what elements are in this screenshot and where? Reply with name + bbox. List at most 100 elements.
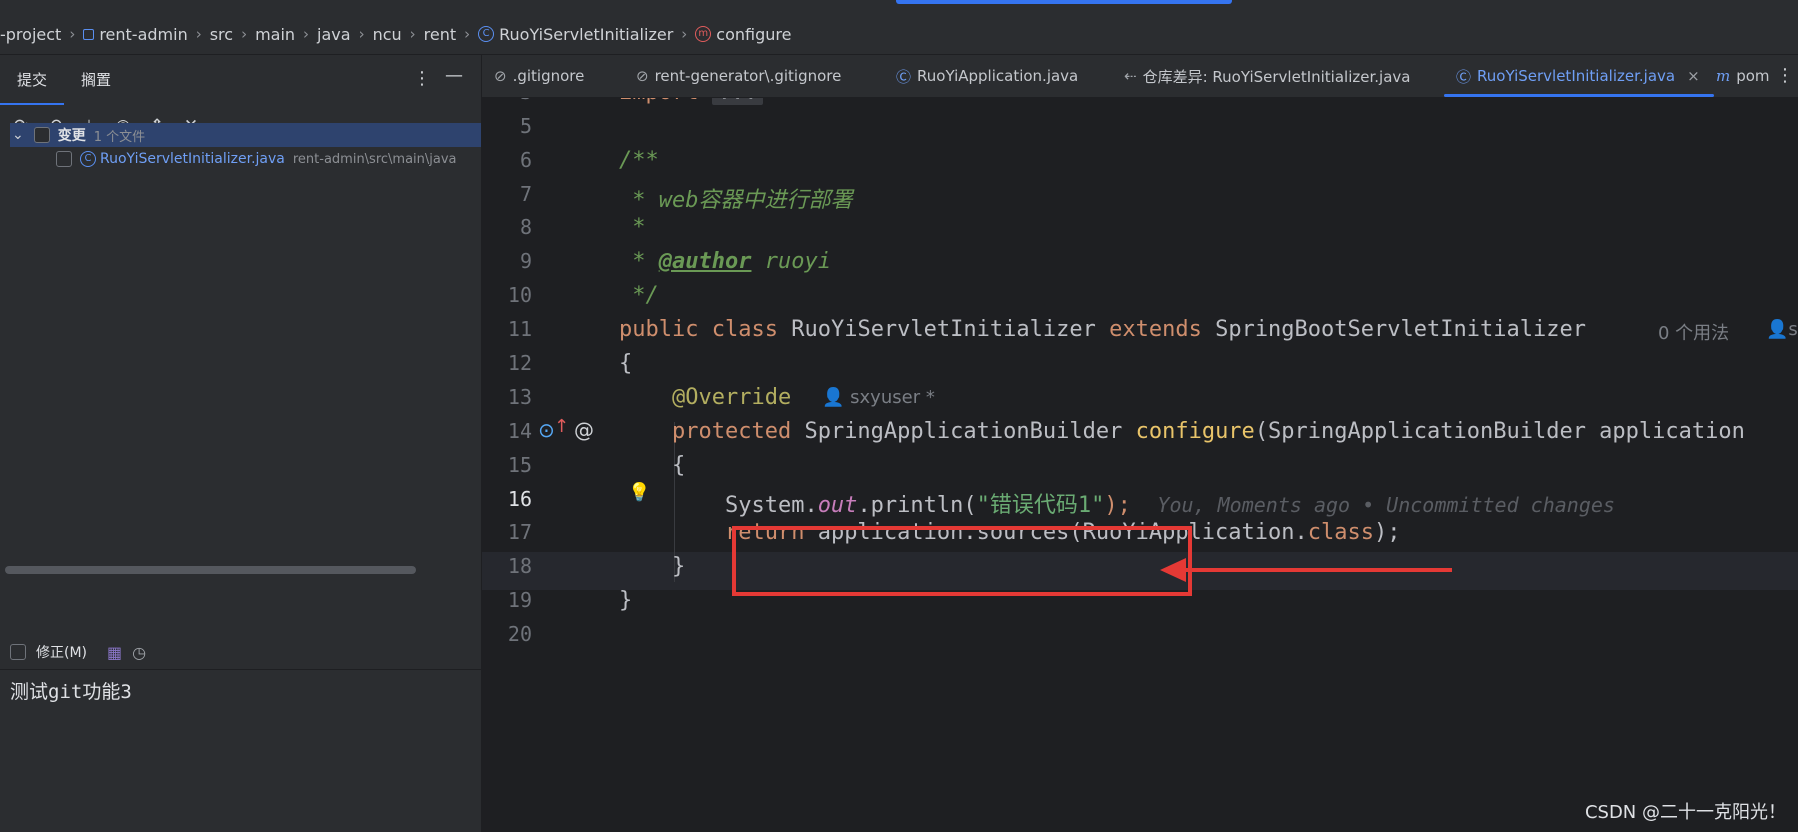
code-editor[interactable]: 3 5 6 7 8 9 10 11 12 13 14 15 16 17 18 1… xyxy=(482,98,1798,832)
parent-class: SpringBootServletInitializer xyxy=(1215,317,1586,342)
line-number: 10 xyxy=(507,283,532,307)
chevron-right-icon: › xyxy=(358,25,365,43)
tab-ruoyi-servlet-initializer[interactable]: Ⓒ RuoYiServletInitializer.java × xyxy=(1444,55,1714,97)
code-text: ); xyxy=(1104,493,1131,518)
more-tabs-icon[interactable]: ⋮ xyxy=(1776,65,1794,86)
tab-label: 仓库差异: RuoYiServletInitializer.java xyxy=(1142,67,1411,86)
class-icon: C xyxy=(80,151,96,167)
changed-file-row[interactable]: C RuoYiServletInitializer.java rent-admi… xyxy=(56,147,457,171)
horizontal-scrollbar[interactable] xyxy=(5,566,416,574)
chevron-right-icon: › xyxy=(69,25,76,43)
commit-message-input[interactable]: 测试git功能3 xyxy=(10,677,132,704)
code-text: ); xyxy=(1374,520,1401,545)
breadcrumb-item-class[interactable]: RuoYiServletInitializer xyxy=(499,25,673,44)
code-line-7: * web容器中进行部署 xyxy=(619,188,853,213)
line-number: 5 xyxy=(519,114,532,138)
line-number: 12 xyxy=(507,351,532,375)
breadcrumb-item-method[interactable]: configure xyxy=(716,25,791,44)
watermark: CSDN @二十一克阳光！ xyxy=(1584,802,1786,823)
fold-expand-icon[interactable]: › xyxy=(598,98,605,103)
commit-options-icon[interactable]: ▦ xyxy=(107,643,122,662)
maven-icon: m xyxy=(1716,67,1731,85)
class-icon: C xyxy=(478,26,495,42)
tab-commit[interactable]: 提交 xyxy=(0,55,65,105)
parameters: (SpringApplicationBuilder application xyxy=(1254,419,1745,444)
chevron-right-icon: › xyxy=(464,25,471,43)
commit-panel: 提交 搁置 ⋮ — ⟳ ↶ ⤓ ◉ ⇕ ✕ ⌄ 变更 1 个文件 C RuoYi… xyxy=(0,55,482,832)
tab-pom[interactable]: m pom xyxy=(1716,55,1770,97)
method-name: configure xyxy=(1135,419,1255,444)
close-icon[interactable]: × xyxy=(1687,67,1700,85)
breadcrumb-item-java[interactable]: java xyxy=(317,25,351,44)
tab-repository-diff[interactable]: ⇠ 仓库差异: RuoYiServletInitializer.java xyxy=(1124,55,1410,97)
inline-blame: You, Moments ago • Uncommitted changes xyxy=(1157,493,1615,517)
override-gutter-icon[interactable]: ⊙ xyxy=(538,418,555,442)
line-number: 6 xyxy=(519,148,532,172)
more-options-icon[interactable]: ⋮ xyxy=(413,68,431,89)
code-line-14: protected SpringApplicationBuilder confi… xyxy=(619,419,1745,444)
keyword: public xyxy=(619,317,699,342)
file-checkbox[interactable] xyxy=(56,151,72,167)
javadoc-tag: @author xyxy=(658,249,752,274)
changes-group-checkbox[interactable] xyxy=(33,127,50,143)
changed-file-name: RuoYiServletInitializer.java xyxy=(100,151,285,167)
amend-label[interactable]: 修正(M) xyxy=(36,642,87,662)
tab-ruoyi-application[interactable]: Ⓒ RuoYiApplication.java xyxy=(896,55,1078,97)
field: out xyxy=(817,493,858,518)
line-number: 8 xyxy=(519,215,532,239)
author-hint[interactable]: 👤s xyxy=(1766,319,1798,340)
tab-gitignore[interactable]: ⊘ .gitignore xyxy=(494,55,584,97)
commit-panel-tabs: 提交 搁置 ⋮ — xyxy=(0,55,481,105)
minimize-icon[interactable]: — xyxy=(445,65,463,86)
code-line-8: * xyxy=(619,215,646,240)
code-line-12: { xyxy=(619,351,633,376)
code-line-6: /** xyxy=(619,148,659,173)
breadcrumb-item-rent[interactable]: rent xyxy=(424,25,456,44)
amend-row: 修正(M) ▦ ◷ xyxy=(10,640,146,664)
breadcrumb-item-module[interactable]: rent-admin xyxy=(99,25,187,44)
changes-group-row[interactable]: ⌄ 变更 1 个文件 xyxy=(10,123,481,147)
tab-label: .gitignore xyxy=(512,67,585,85)
tab-shelf[interactable]: 搁置 xyxy=(64,55,128,105)
override-arrow-icon: ↑ xyxy=(554,416,570,437)
amend-checkbox[interactable] xyxy=(10,644,26,660)
highlight-box xyxy=(732,526,1192,596)
breadcrumb-item-src[interactable]: src xyxy=(210,25,233,44)
code-line-10: */ xyxy=(619,283,659,308)
code-line-9: * @author ruoyi xyxy=(619,249,831,274)
chevron-down-icon[interactable]: ⌄ xyxy=(12,127,24,143)
top-progress-indicator xyxy=(896,0,1232,4)
changes-group-count: 1 个文件 xyxy=(93,129,146,145)
breadcrumb-item-main[interactable]: main xyxy=(255,25,295,44)
keyword: class xyxy=(711,317,778,342)
history-icon[interactable]: ◷ xyxy=(132,643,146,662)
editor-tabs: ⊘ .gitignore ⊘ rent-generator\.gitignore… xyxy=(482,55,1798,98)
author-hint-text: sxyuser * xyxy=(850,387,935,408)
ignore-icon: ⊘ xyxy=(636,67,649,85)
code-line-11: public class RuoYiServletInitializer ext… xyxy=(619,317,1586,342)
code-line-15: { xyxy=(619,453,685,478)
line-number-gutter: 3 5 6 7 8 9 10 11 12 13 14 15 16 17 18 1… xyxy=(482,98,617,832)
author-hint[interactable]: 👤 sxyuser * xyxy=(822,387,935,408)
diff-icon: ⇠ xyxy=(1124,67,1137,85)
breadcrumb-item-ncu[interactable]: ncu xyxy=(373,25,402,44)
code-line-16: System.out.println("错误代码1"); You, Moment… xyxy=(619,487,1615,519)
usages-hint[interactable]: 0 个用法 xyxy=(1658,319,1729,345)
class-name: RuoYiServletInitializer xyxy=(791,317,1096,342)
code-line-3: import ... xyxy=(619,98,764,105)
folded-region[interactable]: ... xyxy=(711,98,764,105)
tab-generator-gitignore[interactable]: ⊘ rent-generator\.gitignore xyxy=(636,55,841,97)
line-number: 7 xyxy=(519,182,532,206)
keyword: class xyxy=(1307,520,1375,545)
annotation-arrow-head xyxy=(1160,558,1186,582)
code-line-19: } xyxy=(619,588,633,613)
class-icon: Ⓒ xyxy=(896,67,912,86)
chevron-right-icon: › xyxy=(303,25,310,43)
line-number: 9 xyxy=(519,249,532,273)
at-gutter-icon[interactable]: @ xyxy=(574,418,594,442)
breadcrumb-item-project[interactable]: -project xyxy=(0,25,61,44)
chevron-right-icon: › xyxy=(409,25,416,43)
line-number: 14 xyxy=(507,419,532,443)
line-number: 19 xyxy=(507,588,532,612)
divider xyxy=(0,669,481,670)
